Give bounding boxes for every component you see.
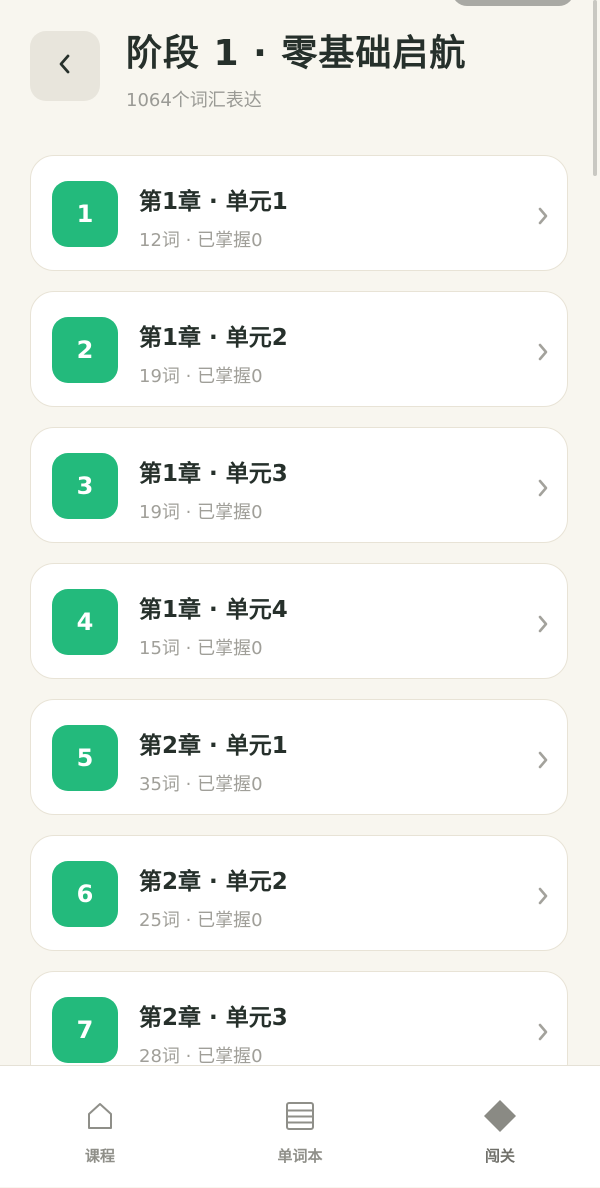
nav-label-wordbook: 单词本 xyxy=(277,1147,323,1165)
unit-card-5[interactable]: 5 第2章 · 单元1 35词 · 已掌握0 xyxy=(30,699,568,815)
unit-title: 第2章 · 单元1 xyxy=(139,733,288,759)
back-button[interactable] xyxy=(30,31,100,101)
nav-item-challenge[interactable]: 闯关 xyxy=(400,1066,600,1188)
diamond-icon xyxy=(484,1100,516,1132)
unit-number-badge: 3 xyxy=(52,453,118,519)
nav-item-course[interactable]: 课程 xyxy=(0,1066,200,1188)
unit-meta: 19词 · 已掌握0 xyxy=(139,366,263,387)
unit-card-2[interactable]: 2 第1章 · 单元2 19词 · 已掌握0 xyxy=(30,291,568,407)
unit-card-1[interactable]: 1 第1章 · 单元1 12词 · 已掌握0 xyxy=(30,155,568,271)
chevron-right-icon xyxy=(537,342,549,366)
unit-card-4[interactable]: 4 第1章 · 单元4 15词 · 已掌握0 xyxy=(30,563,568,679)
unit-list: 1 第1章 · 单元1 12词 · 已掌握0 2 第1章 · 单元2 19词 ·… xyxy=(0,155,600,1065)
unit-meta: 25词 · 已掌握0 xyxy=(139,910,263,931)
unit-meta: 19词 · 已掌握0 xyxy=(139,502,263,523)
unit-number-badge: 6 xyxy=(52,861,118,927)
unit-number-badge: 7 xyxy=(52,997,118,1063)
unit-card-7[interactable]: 7 第2章 · 单元3 28词 · 已掌握0 xyxy=(30,971,568,1065)
home-icon xyxy=(84,1100,116,1132)
bottom-navigation: 课程 单词本 闯关 xyxy=(0,1065,600,1187)
unit-number-badge: 2 xyxy=(52,317,118,383)
chevron-right-icon xyxy=(537,886,549,910)
chevron-right-icon xyxy=(537,478,549,502)
nav-item-wordbook[interactable]: 单词本 xyxy=(200,1066,400,1188)
page-header: 阶段 1 · 零基础启航 1064个词汇表达 xyxy=(0,0,600,140)
unit-title: 第1章 · 单元1 xyxy=(139,189,288,215)
chevron-left-icon xyxy=(57,52,73,80)
unit-title: 第2章 · 单元2 xyxy=(139,869,288,895)
unit-title: 第1章 · 单元4 xyxy=(139,597,288,623)
chevron-right-icon xyxy=(537,614,549,638)
unit-card-6[interactable]: 6 第2章 · 单元2 25词 · 已掌握0 xyxy=(30,835,568,951)
nav-label-challenge: 闯关 xyxy=(484,1147,515,1165)
unit-meta: 28词 · 已掌握0 xyxy=(139,1046,263,1065)
list-icon xyxy=(284,1100,316,1132)
page-title: 阶段 1 · 零基础启航 xyxy=(126,33,467,74)
unit-number-badge: 5 xyxy=(52,725,118,791)
nav-label-course: 课程 xyxy=(84,1147,115,1165)
unit-meta: 12词 · 已掌握0 xyxy=(139,230,263,251)
unit-card-3[interactable]: 3 第1章 · 单元3 19词 · 已掌握0 xyxy=(30,427,568,543)
unit-title: 第1章 · 单元3 xyxy=(139,461,288,487)
chevron-right-icon xyxy=(537,1022,549,1046)
page-subtitle: 1064个词汇表达 xyxy=(126,90,262,111)
unit-meta: 15词 · 已掌握0 xyxy=(139,638,263,659)
chevron-right-icon xyxy=(537,750,549,774)
unit-number-badge: 1 xyxy=(52,181,118,247)
chevron-right-icon xyxy=(537,206,549,230)
unit-title: 第1章 · 单元2 xyxy=(139,325,288,351)
unit-number-badge: 4 xyxy=(52,589,118,655)
unit-meta: 35词 · 已掌握0 xyxy=(139,774,263,795)
unit-title: 第2章 · 单元3 xyxy=(139,1005,288,1031)
